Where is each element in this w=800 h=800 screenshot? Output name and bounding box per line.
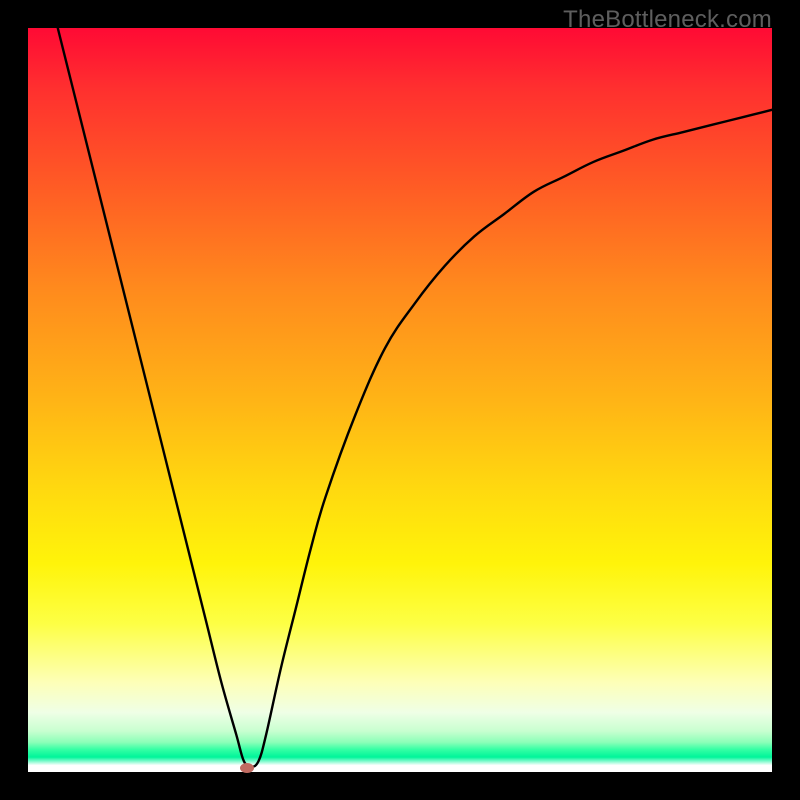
- bottleneck-curve: [28, 28, 772, 772]
- minimum-marker: [240, 763, 254, 773]
- chart-area: [28, 28, 772, 772]
- watermark-text: TheBottleneck.com: [563, 6, 772, 34]
